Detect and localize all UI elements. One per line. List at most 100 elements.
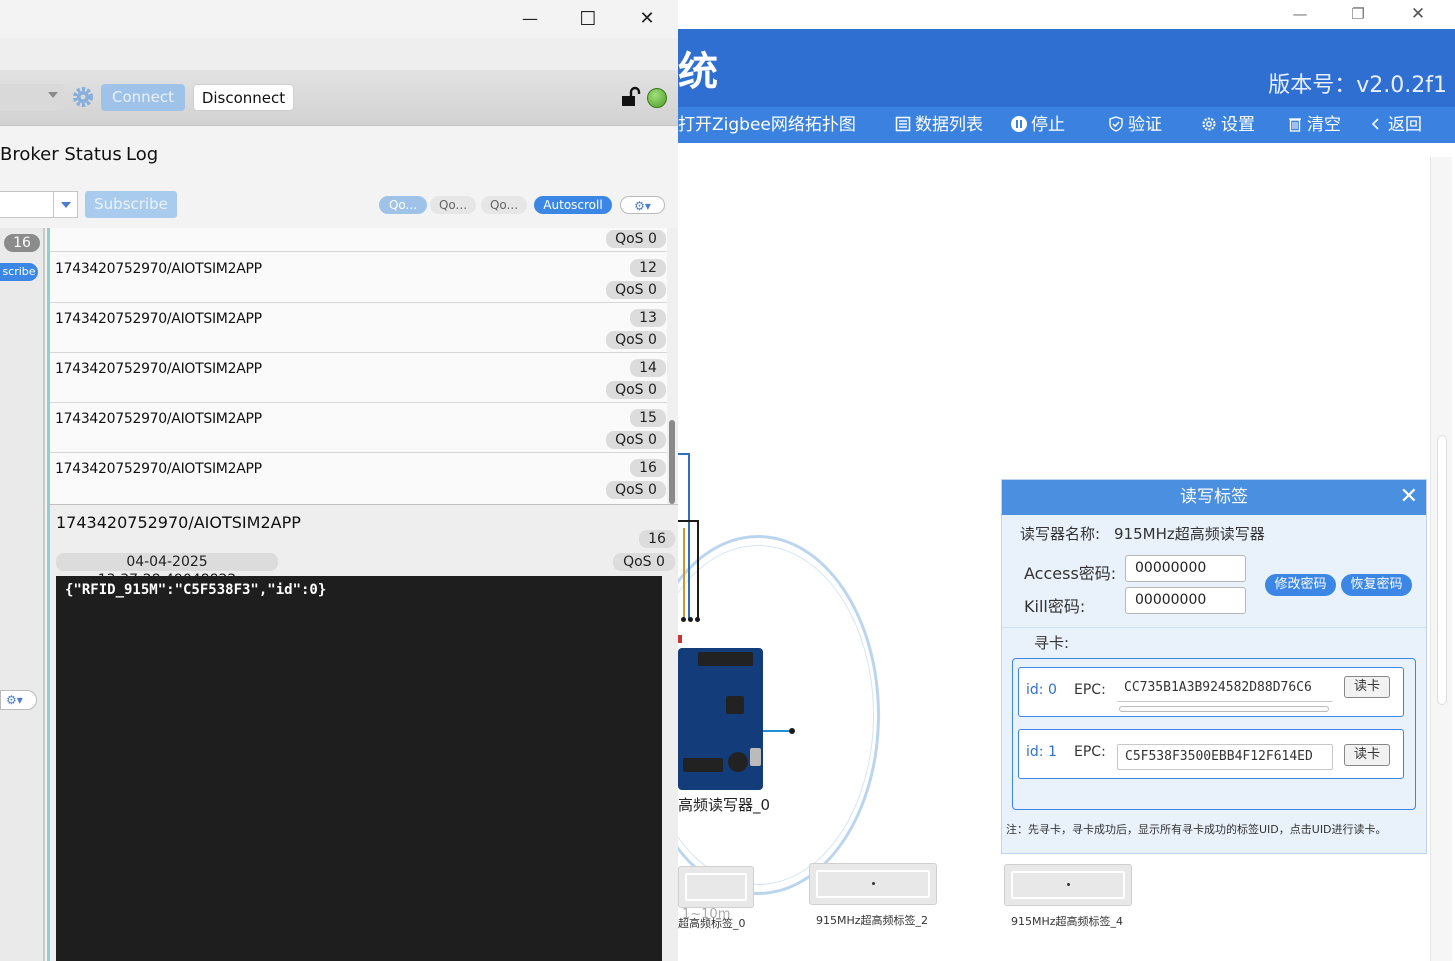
subscribe-button[interactable]: Subscribe [85,191,177,218]
message-topic: 1743420752970/AIOTSIM2APP [55,411,262,427]
gear-icon[interactable] [71,85,95,109]
card-list: id: 0 EPC: CC735B1A3B924582D88D76C6 读卡 i… [1012,658,1416,810]
nav-data-list[interactable]: 数据列表 [895,114,983,136]
qos0-filter[interactable]: Qo... [379,196,427,214]
payload-viewer[interactable]: {"RFID_915M":"C5F538F3","id":0} [56,576,662,961]
board-chip [726,696,744,714]
message-number: 16 [630,459,666,477]
message-number: 12 [630,259,666,277]
restore-button[interactable]: ❐ [1343,4,1373,24]
message-row[interactable]: 1743420752970/AIOTSIM2APP 14 QoS 0 [50,353,667,403]
kill-password-input[interactable]: 00000000 [1125,587,1246,614]
dialog-note: 注：先寻卡，寻卡成功后，显示所有寻卡成功的标签UID，点击UID进行读卡。 [1006,823,1387,836]
epc-label: EPC: [1074,682,1106,698]
wire-joint [681,617,686,622]
trash-icon [1289,118,1301,132]
connection-status-indicator [647,88,667,108]
rfid-tag-0[interactable] [678,866,754,908]
message-list-scrollbar[interactable] [667,228,678,504]
nav-label: 打开Zigbee网络拓扑图 [678,115,856,135]
scrollbar-thumb[interactable] [1437,435,1447,705]
qos1-filter[interactable]: Qo... [430,196,476,214]
topic-input[interactable] [0,191,78,218]
board-buzzer [728,752,748,772]
scrollbar-thumb[interactable] [669,420,675,504]
detail-topic: 1743420752970/AIOTSIM2APP [56,513,301,532]
tab-broker-status[interactable]: Broker Status [0,144,122,165]
pause-icon [1011,116,1027,132]
profile-dropdown[interactable] [0,84,64,111]
nav-stop[interactable]: 停止 [1011,114,1065,136]
topic-history-dropdown[interactable] [53,192,77,217]
rfid-tag-2[interactable] [809,863,937,905]
nav-open-topology[interactable]: 打开Zigbee网络拓扑图 [678,114,856,136]
restore-password-button[interactable]: 恢复密码 [1341,574,1412,596]
list-options-button[interactable]: ⚙▾ [620,196,665,214]
wire [697,520,699,620]
close-icon[interactable]: ✕ [1400,485,1418,509]
tab-log[interactable]: Log [126,144,158,165]
message-number: 14 [630,359,666,377]
canvas-scrollbar[interactable] [1430,157,1452,961]
nav-clear[interactable]: 清空 [1287,114,1341,136]
nav-label: 返回 [1388,115,1422,135]
tag-chip [1067,883,1070,886]
message-list: QoS 0 1743420752970/AIOTSIM2APP 12 QoS 0… [47,228,667,504]
wire-joint [789,728,795,734]
desktop: — ❐ ✕ 统 版本号：v2.0.2f1 打开Zigbee网络拓扑图 数据列表 … [0,0,1455,961]
read-card-button[interactable]: 读卡 [1344,676,1390,698]
modify-password-button[interactable]: 修改密码 [1265,574,1336,596]
autoscroll-toggle[interactable]: Autoscroll [534,196,612,214]
card-row[interactable]: id: 1 EPC: C5F538F3500EBB4F12F614ED 读卡 [1018,729,1404,779]
maximize-button[interactable]: ☐ [568,6,608,32]
disconnect-button[interactable]: Disconnect [193,84,294,111]
subscriptions-panel: 16 scribe ⚙▾ [0,228,45,961]
rfid-tag-4[interactable] [1004,864,1132,906]
version-label: 版本号：v2.0.2f1 [1268,73,1447,98]
nav-bar: 打开Zigbee网络拓扑图 数据列表 停止 验证 设置 清空 返回 [678,107,1455,143]
nav-label: 停止 [1031,115,1065,135]
message-row[interactable]: QoS 0 [50,228,667,252]
message-topic: 1743420752970/AIOTSIM2APP [55,361,262,377]
wire-joint [688,617,693,622]
subscription-options-button[interactable]: ⚙▾ [0,690,37,710]
close-button[interactable]: ✕ [627,6,667,32]
epc-value-field[interactable]: CC735B1A3B924582D88D76C6 [1117,676,1333,702]
read-card-button[interactable]: 读卡 [1344,744,1390,766]
qos2-filter[interactable]: Qo... [481,196,527,214]
tag-inner [685,873,747,901]
app-header: 统 版本号：v2.0.2f1 [678,29,1455,107]
nav-label: 数据列表 [915,115,983,135]
nav-label: 清空 [1307,115,1341,135]
tag-label-0: 超高频标签_0 [678,917,746,930]
kill-password-label: Kill密码: [1024,597,1086,616]
close-button[interactable]: ✕ [1403,4,1433,24]
message-row[interactable]: 1743420752970/AIOTSIM2APP 16 QoS 0 [50,453,667,503]
nav-verify[interactable]: 验证 [1108,114,1162,136]
wire [688,453,690,620]
find-card-button[interactable]: 寻卡: [1034,632,1069,653]
access-password-input[interactable]: 00000000 [1125,555,1246,582]
detail-number: 16 [639,530,675,548]
message-qos: QoS 0 [606,481,666,499]
minimize-button[interactable]: — [1285,4,1315,24]
message-row[interactable]: 1743420752970/AIOTSIM2APP 15 QoS 0 [50,403,667,453]
unsubscribe-button[interactable]: scribe [0,263,38,281]
message-row[interactable]: 1743420752970/AIOTSIM2APP 12 QoS 0 [50,253,667,303]
card-id: id: 0 [1026,682,1057,698]
reader-name-label: 读写器名称: [1020,525,1101,543]
epc-value-field[interactable]: C5F538F3500EBB4F12F614ED [1117,744,1333,770]
message-row[interactable]: 1743420752970/AIOTSIM2APP 13 QoS 0 [50,303,667,353]
rfid-reader-device[interactable] [678,648,763,790]
access-password-label: Access密码: [1024,564,1117,583]
message-detail: 1743420752970/AIOTSIM2APP 16 04-04-2025 … [47,504,678,961]
minimize-button[interactable]: — [510,6,550,32]
nav-back[interactable]: 返回 [1368,114,1422,136]
detail-timestamp: 04-04-2025 13:37:28.49048822 [56,553,278,588]
subscription-message-count: 16 [4,234,40,252]
connection-toolbar: Connect Disconnect [0,70,678,126]
nav-settings[interactable]: 设置 [1201,114,1255,136]
wire [683,528,685,620]
connect-button[interactable]: Connect [101,84,185,111]
card-row[interactable]: id: 0 EPC: CC735B1A3B924582D88D76C6 读卡 [1018,667,1404,717]
